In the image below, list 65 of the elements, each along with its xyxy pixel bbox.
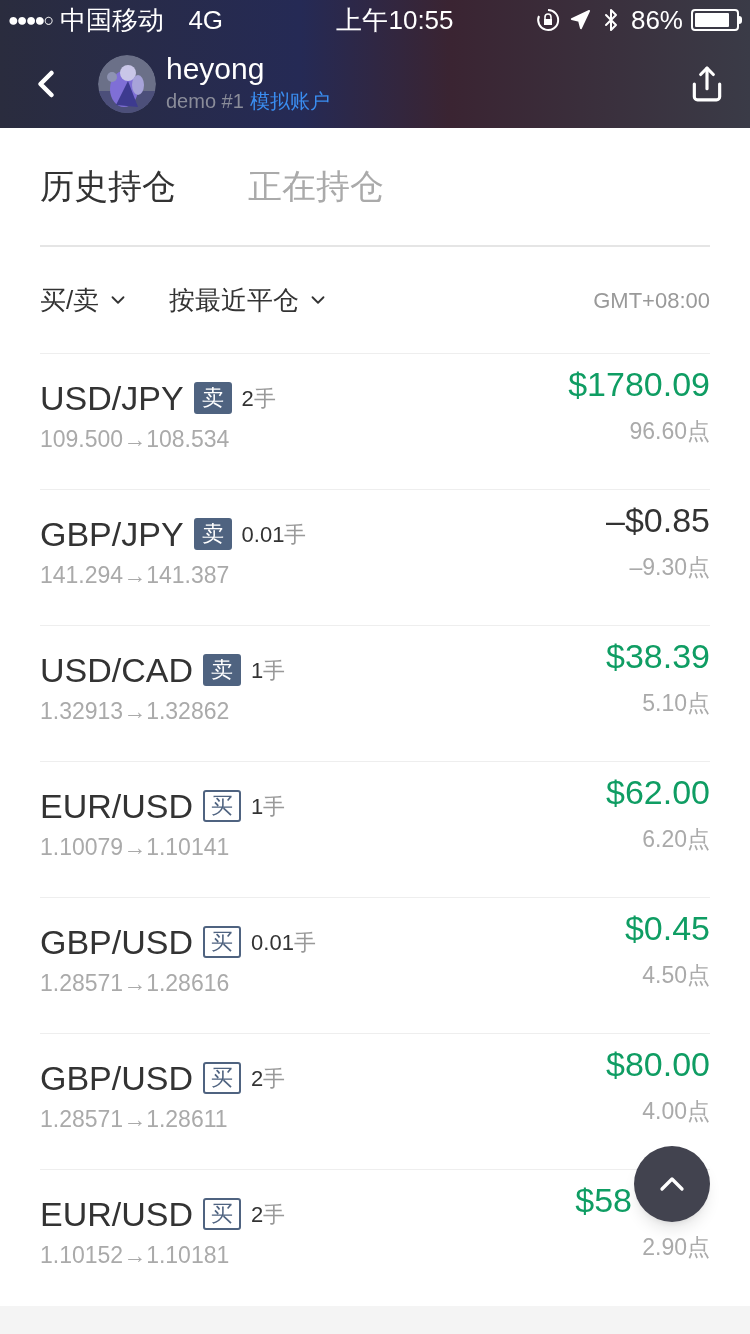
- profit-amount: $80.00: [606, 1044, 710, 1085]
- tab[interactable]: 历史持仓: [40, 161, 176, 212]
- points-change: 2.90点: [642, 1233, 710, 1262]
- signal-strength: ●●●●○: [8, 8, 53, 32]
- timezone-label: GMT+08:00: [593, 286, 710, 315]
- location-icon: [568, 9, 591, 31]
- trade-side-tag: 卖: [203, 654, 242, 686]
- lot-size: 1: [251, 656, 264, 685]
- price-range: 1.28571→1.28616: [40, 969, 231, 998]
- currency-pair: GBP/USD: [40, 921, 194, 963]
- trade-side-tag: 买: [203, 1198, 242, 1230]
- lot-unit: 手: [263, 656, 286, 685]
- price-range: 141.294→141.387: [40, 561, 231, 590]
- profit-amount: $0.45: [624, 908, 710, 949]
- lot-unit: 手: [293, 928, 316, 957]
- trade-side-tag: 买: [203, 790, 242, 822]
- lot-unit: 手: [263, 1200, 286, 1229]
- price-range: 109.500→108.534: [40, 425, 231, 454]
- profit-amount: $38.39: [606, 636, 710, 677]
- lot-size: 2: [241, 384, 254, 413]
- lot-size: 0.01: [251, 928, 294, 957]
- currency-pair: USD/JPY: [40, 377, 184, 419]
- lot-size: 0.01: [241, 520, 285, 549]
- currency-pair: GBP/USD: [40, 1057, 194, 1099]
- lot-unit: 手: [263, 1064, 286, 1093]
- points-change: 5.10点: [642, 689, 710, 718]
- battery-percent: 86%: [630, 3, 683, 37]
- battery-icon: [691, 9, 742, 31]
- price-range: 1.10079→1.10141: [40, 833, 231, 862]
- lot-unit: 手: [253, 384, 276, 413]
- lot-size: 1: [251, 792, 264, 821]
- points-change: –9.30点: [629, 553, 710, 582]
- account-type: 模拟账户: [249, 89, 330, 114]
- points-change: 4.00点: [642, 1097, 710, 1126]
- clock: 上午10:55: [336, 3, 454, 37]
- profit-amount: $58: [575, 1180, 632, 1221]
- currency-pair: EUR/USD: [40, 785, 194, 827]
- rotation-lock-icon: [534, 7, 561, 33]
- points-change: 96.60点: [629, 417, 710, 446]
- price-range: 1.28571→1.28611: [40, 1105, 229, 1134]
- profit-amount: –$0.85: [606, 500, 710, 541]
- lot-size: 2: [251, 1064, 264, 1093]
- currency-pair: EUR/USD: [40, 1193, 194, 1235]
- currency-pair: USD/CAD: [40, 649, 194, 691]
- points-change: 4.50点: [642, 961, 710, 990]
- network-type: 4G: [188, 3, 224, 37]
- scroll-to-top-button[interactable]: [634, 1146, 710, 1222]
- profit-amount: $1780.09: [568, 364, 710, 405]
- points-change: 6.20点: [642, 825, 710, 854]
- lot-size: 2: [251, 1200, 264, 1229]
- trade-side-tag: 买: [203, 1062, 242, 1094]
- trade-side-tag: 卖: [193, 382, 232, 414]
- profit-amount: $62.00: [606, 772, 710, 813]
- user-name: heyong: [166, 52, 266, 86]
- price-range: 1.10152→1.10181: [40, 1241, 231, 1270]
- trade-side-tag: 卖: [193, 518, 232, 550]
- carrier-name: 中国移动: [60, 3, 165, 37]
- trade-side-tag: 买: [203, 926, 242, 958]
- lot-unit: 手: [263, 792, 286, 821]
- price-range: 1.32913→1.32862: [40, 697, 231, 726]
- filter-dropdown[interactable]: 买/卖: [40, 280, 130, 320]
- lot-unit: 手: [284, 520, 307, 549]
- filter-dropdown[interactable]: 按最近平仓: [169, 280, 330, 320]
- account-id: demo #1: [166, 89, 244, 114]
- currency-pair: GBP/JPY: [40, 513, 184, 555]
